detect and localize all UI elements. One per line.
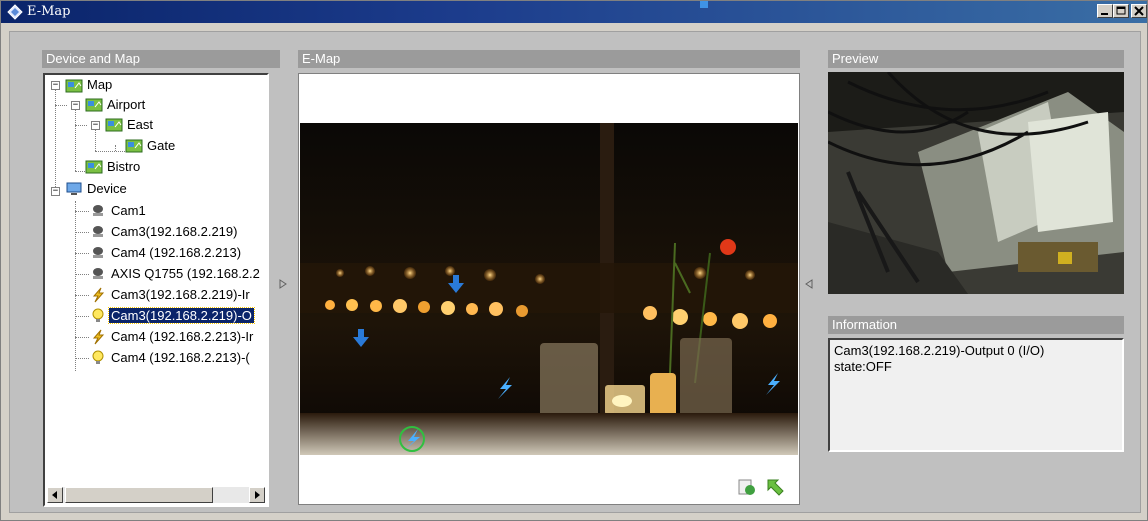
tree-guide [95, 151, 125, 152]
map-icon [65, 79, 83, 93]
device-map-header: Device and Map [42, 50, 280, 68]
device-on-map-icon[interactable] [735, 476, 757, 498]
tree-guide [75, 337, 89, 338]
title-accent [700, 1, 708, 8]
tree-node-airport[interactable]: Airport [105, 95, 147, 115]
scroll-right-button[interactable] [249, 487, 265, 503]
tree-horizontal-scrollbar[interactable] [47, 487, 265, 503]
camera-icon [93, 268, 103, 279]
app-logo-icon [7, 4, 23, 20]
tree-guide [75, 201, 76, 371]
emap-window: E-Map Device and Map E-Map Preview − Map… [0, 0, 1148, 521]
collapse-toggle-east[interactable]: − [91, 121, 100, 130]
info-device-line: Cam3(192.168.2.219)-Output 0 (I/O) [834, 343, 1045, 358]
collapse-right-panel-icon[interactable] [804, 278, 814, 290]
tree-guide [75, 316, 89, 317]
tree-node-device[interactable]: Device [85, 179, 129, 199]
tree-node-gate[interactable]: Gate [145, 136, 177, 156]
input-icon [92, 287, 105, 303]
tree-guide [75, 253, 89, 254]
map-icon [85, 98, 103, 112]
tree-node-label: Cam3(192.168.2.219)-O [108, 307, 255, 324]
output-icon [92, 308, 104, 322]
tree-guide [95, 129, 96, 151]
minimize-icon [1101, 13, 1108, 15]
tree-guide [75, 232, 89, 233]
tree-node-label: East [127, 117, 154, 132]
arrow-left-icon [52, 491, 57, 499]
bistro-map-image [300, 123, 798, 455]
tree-guide [75, 295, 89, 296]
tree-node-cam1[interactable]: Cam1 [109, 201, 148, 221]
collapse-toggle-device[interactable]: − [51, 187, 60, 196]
tree-guide [55, 105, 67, 106]
camera-icon [93, 226, 103, 237]
maximize-icon [1116, 6, 1126, 15]
tree-node-label: Map [87, 77, 113, 92]
tree-node-axis[interactable]: AXIS Q1755 (192.168.2.2 [109, 264, 262, 284]
tree-guide [75, 358, 89, 359]
map-icon [125, 139, 143, 153]
preview-image [828, 72, 1124, 294]
tree-guide [75, 125, 87, 126]
main-content: Device and Map E-Map Preview − Map − Air… [9, 31, 1141, 513]
tree-node-cam3-output[interactable]: Cam3(192.168.2.219)-O [108, 306, 255, 326]
tree-node-label: Bistro [107, 159, 141, 174]
tree-node-label: Cam4 (192.168.2.213)-Ir [111, 329, 254, 344]
tree-node-east[interactable]: East [125, 115, 155, 135]
scroll-left-button[interactable] [47, 487, 63, 503]
tree-node-label: Cam3(192.168.2.219) [111, 224, 238, 239]
tree-node-cam4-output[interactable]: Cam4 (192.168.2.213)-( [109, 348, 252, 368]
information-box: Cam3(192.168.2.219)-Output 0 (I/O) state… [828, 338, 1124, 452]
preview-header: Preview [828, 50, 1124, 68]
collapse-left-panel-icon[interactable] [278, 278, 288, 290]
collapse-toggle-airport[interactable]: − [71, 101, 80, 110]
device-map-tree[interactable]: − Map − Airport − East Gate Bistro − Dev… [43, 73, 269, 507]
tree-node-map[interactable]: Map [85, 75, 114, 95]
scroll-thumb[interactable] [65, 487, 213, 503]
tree-node-label: Cam3(192.168.2.219)-Ir [111, 287, 250, 302]
map-icon [85, 160, 103, 174]
tree-node-label: Cam4 (192.168.2.213)-( [111, 350, 250, 365]
tree-node-label: Device [87, 181, 127, 196]
tree-node-cam3[interactable]: Cam3(192.168.2.219) [109, 222, 239, 242]
tree-node-cam3-input[interactable]: Cam3(192.168.2.219)-Ir [109, 285, 252, 305]
emap-header: E-Map [298, 50, 800, 68]
go-up-map-icon[interactable] [765, 476, 787, 498]
emap-canvas[interactable] [298, 73, 800, 505]
tree-node-label: Airport [107, 97, 146, 112]
title-bar[interactable]: E-Map [1, 1, 1147, 23]
tree-node-label: AXIS Q1755 (192.168.2.2 [111, 266, 260, 281]
tree-guide [75, 274, 89, 275]
tree-node-bistro[interactable]: Bistro [105, 157, 142, 177]
map-icon [105, 118, 123, 132]
window-title: E-Map [27, 4, 71, 19]
information-header: Information [828, 316, 1124, 334]
camera-icon [93, 205, 103, 216]
camera-icon [93, 247, 103, 258]
tree-node-cam4[interactable]: Cam4 (192.168.2.213) [109, 243, 243, 263]
tree-guide [55, 85, 56, 191]
output-icon [92, 350, 104, 364]
tree-node-label: Gate [147, 138, 176, 153]
camera-preview [828, 72, 1124, 294]
arrow-right-icon [255, 491, 260, 499]
collapse-toggle-map[interactable]: − [51, 81, 60, 90]
computer-icon [66, 182, 82, 195]
minimize-button[interactable] [1097, 4, 1113, 18]
tree-guide [75, 211, 89, 212]
tree-node-label: Cam4 (192.168.2.213) [111, 245, 242, 260]
info-state-line: state:OFF [834, 359, 892, 374]
input-icon [92, 329, 105, 345]
tree-node-label: Cam1 [111, 203, 146, 218]
close-icon [1134, 6, 1144, 16]
tree-node-cam4-input[interactable]: Cam4 (192.168.2.213)-Ir [109, 327, 255, 347]
tree-guide [75, 109, 76, 171]
maximize-button[interactable] [1113, 4, 1129, 18]
close-button[interactable] [1131, 4, 1147, 18]
